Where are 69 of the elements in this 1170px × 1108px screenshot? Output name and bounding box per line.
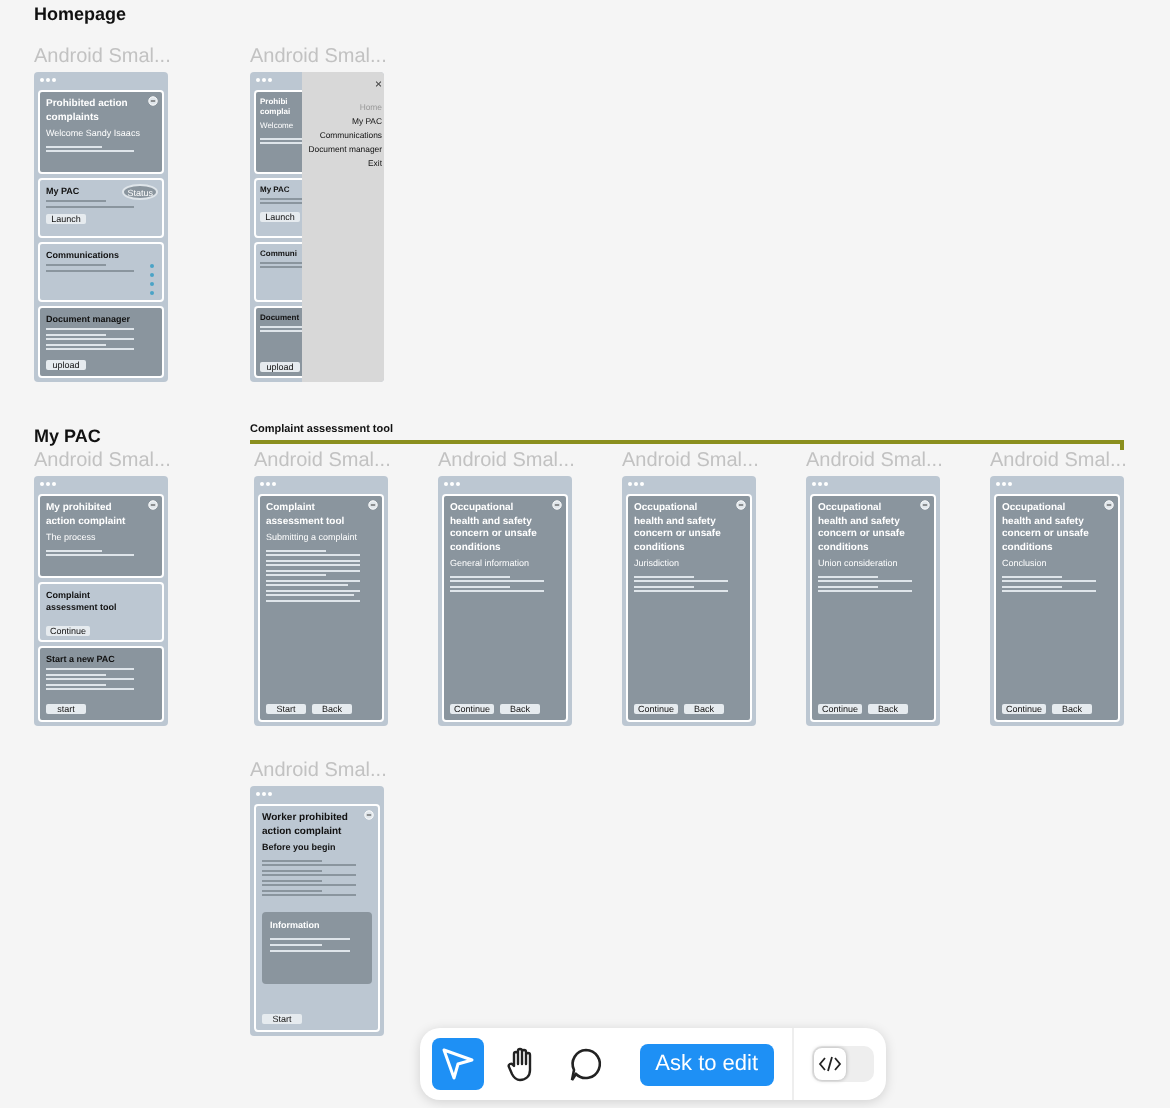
text-placeholder-line: [1002, 590, 1096, 592]
section-heading: Homepage: [34, 4, 127, 24]
text-placeholder-line: [634, 575, 695, 577]
text-placeholder-line: [270, 937, 350, 939]
text-placeholder-line: [266, 599, 360, 601]
text-placeholder-line: [266, 569, 360, 571]
minus-circle-icon[interactable]: [736, 500, 746, 510]
text-placeholder-line: [46, 264, 107, 266]
text-placeholder-line: [266, 589, 360, 591]
text-placeholder-line: [46, 678, 134, 680]
text-placeholder-line: [270, 943, 322, 945]
text-placeholder-line: [46, 673, 107, 675]
text-placeholder-line: [818, 585, 879, 587]
text-placeholder-line: [270, 949, 350, 951]
text-placeholder-line: [46, 683, 107, 685]
minus-circle-icon[interactable]: [368, 500, 378, 510]
text-placeholder-line: [262, 894, 356, 896]
text-placeholder-line: [634, 580, 728, 582]
text-placeholder-line: [46, 549, 101, 551]
text-placeholder-line: [818, 590, 912, 592]
code-toggle[interactable]: [812, 1046, 874, 1082]
minus-circle-icon[interactable]: [148, 96, 158, 106]
code-icon: [818, 1054, 843, 1074]
text-placeholder-line: [46, 338, 134, 340]
minus-circle-icon[interactable]: [148, 500, 158, 510]
text-placeholder-line: [450, 580, 544, 582]
text-placeholder-line: [266, 549, 327, 551]
text-placeholder-line: [46, 688, 134, 690]
text-placeholder-line: [262, 879, 323, 881]
section-heading: My PAC: [34, 426, 101, 446]
text-placeholder-line: [450, 575, 511, 577]
minus-circle-icon[interactable]: [364, 810, 374, 820]
text-placeholder-line: [266, 579, 360, 581]
text-placeholder-line: [262, 869, 323, 871]
text-placeholder-line: [818, 580, 912, 582]
text-placeholder-line: [46, 269, 134, 271]
text-placeholder-line: [818, 575, 879, 577]
text-placeholder-line: [46, 348, 134, 350]
text-placeholder-line: [46, 200, 107, 202]
text-placeholder-line: [46, 668, 134, 670]
minus-circle-icon[interactable]: [920, 500, 930, 510]
text-placeholder-line: [46, 205, 134, 207]
text-placeholder-line: [46, 343, 107, 345]
text-placeholder-line: [450, 590, 544, 592]
text-placeholder-line: [46, 333, 107, 335]
text-placeholder-line: [266, 574, 327, 576]
text-placeholder-line: [262, 864, 356, 866]
text-placeholder-line: [266, 584, 349, 586]
text-placeholder-line: [46, 328, 134, 330]
text-placeholder-line: [266, 554, 360, 556]
text-placeholder-line: [262, 884, 356, 886]
text-placeholder-line: [262, 889, 323, 891]
text-placeholder-line: [634, 590, 728, 592]
text-placeholder-line: [266, 559, 360, 561]
text-placeholder-line: [46, 145, 101, 147]
text-placeholder-line: [262, 859, 323, 861]
text-placeholder-line: [266, 594, 354, 596]
minus-circle-icon[interactable]: [1104, 500, 1114, 510]
text-placeholder-line: [1002, 585, 1063, 587]
text-placeholder-line: [1002, 575, 1063, 577]
text-placeholder-line: [262, 874, 356, 876]
text-placeholder-line: [1002, 580, 1096, 582]
text-placeholder-line: [634, 585, 695, 587]
text-placeholder-line: [46, 150, 134, 152]
pointer-tool[interactable]: [432, 1038, 484, 1090]
text-placeholder-line: [266, 564, 360, 566]
text-placeholder-line: [450, 585, 511, 587]
minus-circle-icon[interactable]: [552, 500, 562, 510]
text-placeholder-line: [46, 554, 134, 556]
